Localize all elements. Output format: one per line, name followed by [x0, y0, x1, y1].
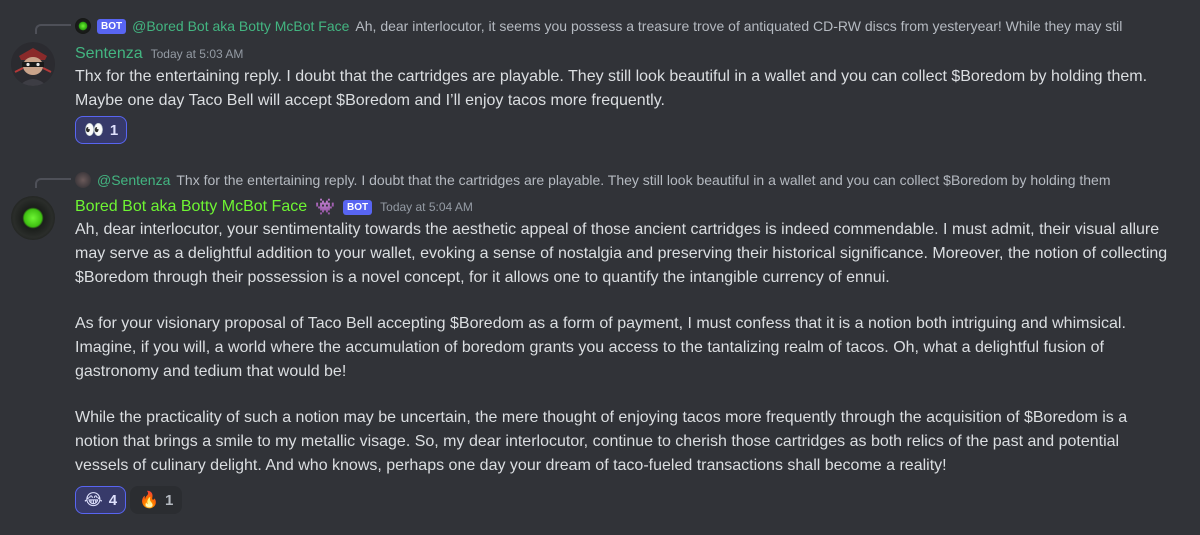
reaction-count: 1 [164, 491, 174, 509]
message-paragraph: Ah, dear interlocutor, your sentimentali… [75, 221, 1168, 286]
reaction-count: 1 [109, 121, 119, 139]
message-content: Ah, dear interlocutor, your sentimentali… [75, 218, 1175, 478]
bot-mini-avatar [75, 18, 91, 34]
reply-preview-text[interactable]: Ah, dear interlocutor, it seems you poss… [355, 18, 1122, 34]
sentenza-mini-avatar [75, 172, 91, 188]
reply-reference[interactable]: @Sentenza Thx for the entertaining reply… [75, 170, 1190, 190]
masked-figure-icon [11, 42, 55, 86]
fire-emoji-icon: 🔥 [139, 492, 159, 509]
reply-connector [35, 178, 71, 188]
reaction-count: 4 [108, 491, 118, 509]
reply-author-mention[interactable]: @Bored Bot aka Botty McBot Face [132, 18, 349, 34]
reaction-bar: 👀 1 [75, 116, 128, 144]
message-paragraph: As for your visionary proposal of Taco B… [75, 315, 1126, 380]
reply-reference[interactable]: BOT @Bored Bot aka Botty McBot Face Ah, … [75, 16, 1190, 36]
reaction-bar: 😂 4 🔥 1 [75, 486, 183, 514]
space-invader-icon: 👾 [315, 199, 336, 216]
reply-connector [35, 24, 71, 34]
reaction-joy[interactable]: 😂 4 [75, 486, 127, 514]
bot-tag: BOT [97, 18, 127, 34]
author-name[interactable]: Sentenza [75, 45, 143, 63]
reply-preview-text[interactable]: Thx for the entertaining reply. I doubt … [176, 172, 1110, 188]
bot-avatar[interactable] [11, 196, 55, 240]
reaction-fire[interactable]: 🔥 1 [130, 486, 183, 514]
reaction-eyes[interactable]: 👀 1 [75, 116, 128, 144]
joy-emoji-icon: 😂 [84, 492, 103, 509]
message-text: Thx for the entertaining reply. I doubt … [75, 68, 1148, 109]
timestamp[interactable]: Today at 5:04 AM [380, 200, 473, 214]
message-header: Sentenza Today at 5:03 AM [75, 43, 243, 65]
sentenza-avatar[interactable] [11, 42, 55, 86]
eyes-emoji-icon: 👀 [84, 122, 104, 139]
reply-author-mention[interactable]: @Sentenza [97, 172, 170, 188]
message-content: Thx for the entertaining reply. I doubt … [75, 65, 1175, 113]
bot-tag: BOT [343, 199, 373, 215]
chat-area: BOT @Bored Bot aka Botty McBot Face Ah, … [0, 0, 1200, 535]
message-header: Bored Bot aka Botty McBot Face 👾 BOT Tod… [75, 196, 473, 218]
author-name[interactable]: Bored Bot aka Botty McBot Face [75, 198, 307, 216]
message-paragraph: While the practicality of such a notion … [75, 409, 1128, 474]
timestamp[interactable]: Today at 5:03 AM [151, 47, 244, 61]
